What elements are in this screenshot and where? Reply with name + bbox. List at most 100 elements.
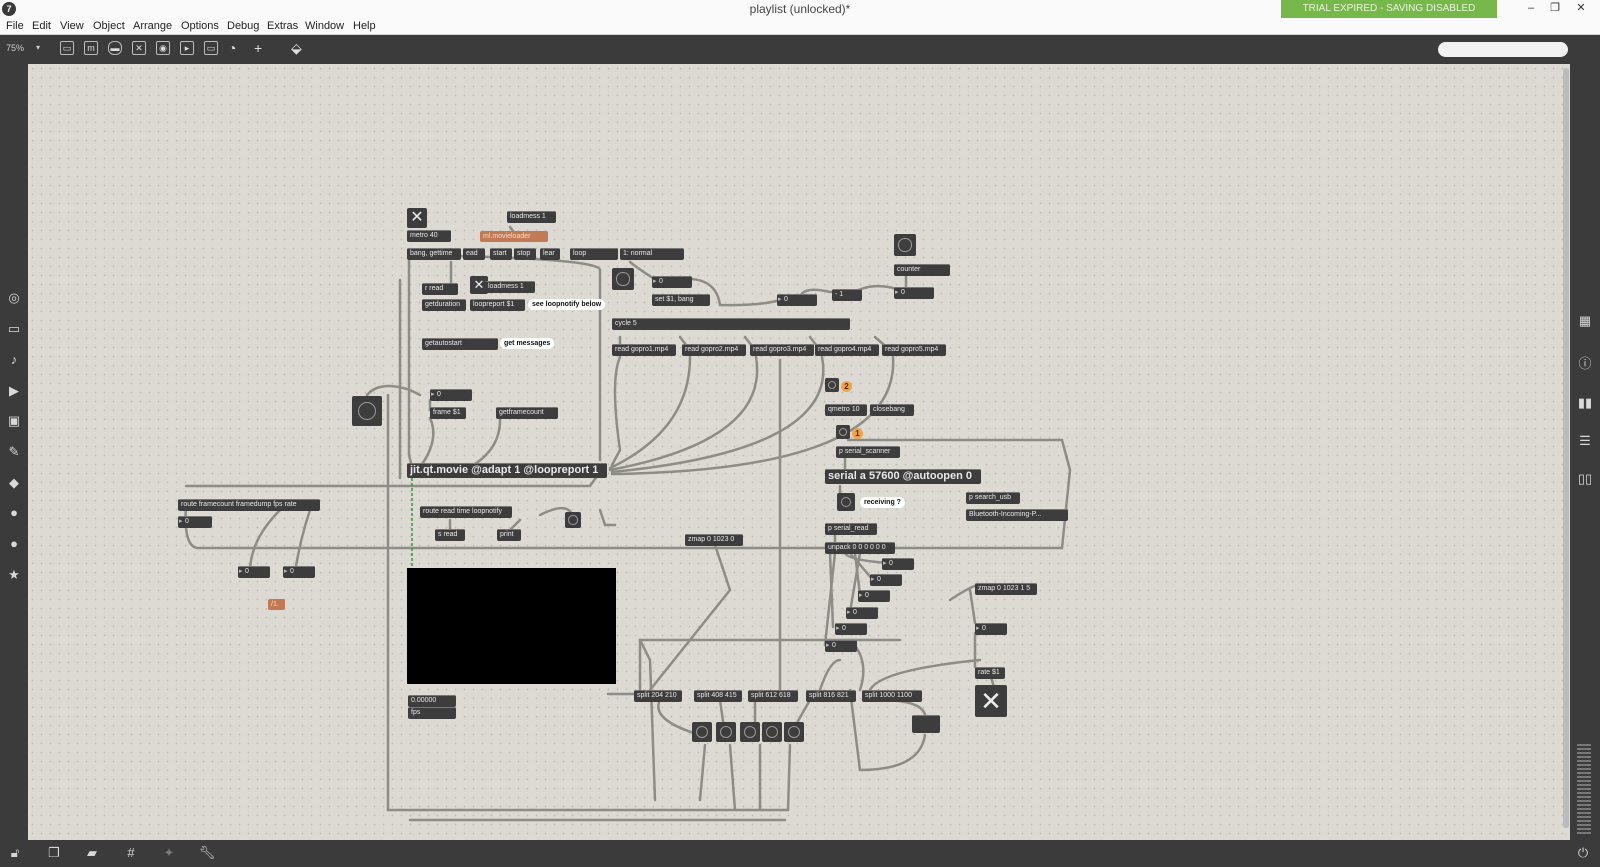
slider-icon[interactable]: ▸ [180,41,194,55]
qmetro-object[interactable]: qmetro 10 [825,404,867,416]
menu-window[interactable]: Window [305,20,344,32]
rate-message[interactable]: rate $1 [975,667,1005,679]
v-badge-icon[interactable]: ● [6,505,22,521]
book-icon[interactable]: ▮▮ [1577,395,1593,411]
restore-button[interactable]: ❐ [1543,0,1567,18]
snap-icon[interactable]: ✦ [160,845,178,861]
zoom-level[interactable]: 75% [6,43,24,53]
dial-icon[interactable]: ◔ [228,40,236,56]
frame-message[interactable]: frame $1 [430,407,466,419]
number-counter[interactable]: 0 [894,287,934,299]
bang-button-top[interactable] [612,268,634,290]
bluetooth-port-menu[interactable]: Bluetooth-Incoming-P... [966,509,1068,521]
divide-object[interactable]: /1. [268,599,285,610]
bang-button-loopnotify[interactable] [565,512,581,528]
button-icon[interactable]: ✕ [132,41,146,55]
loop-toggle[interactable]: loop [570,248,618,260]
search-input[interactable] [1438,42,1568,57]
zoom-dropdown-icon[interactable]: ▾ [36,43,40,52]
toggle-icon[interactable]: ◉ [156,41,170,55]
jit-qt-movie-object[interactable]: jit.qt.movie @adapt 1 @loopreport 1 [407,463,607,478]
closebang-object[interactable]: closebang [870,404,914,416]
split-object-2[interactable]: split 408 415 [694,690,742,702]
menu-options[interactable]: Options [181,20,219,32]
search-usb-object[interactable]: p search_usb [966,492,1020,504]
pencil-icon[interactable]: ✎ [6,444,22,460]
grid-icon[interactable]: ▦ [1577,313,1593,329]
number-b[interactable]: 0 [777,294,817,306]
set-bang-message[interactable]: set $1, bang [652,294,710,306]
getframecount-message[interactable]: getframecount [496,407,558,419]
bang-button-split-2[interactable] [716,722,736,742]
fps-menu[interactable]: fps [408,707,456,719]
zmap-object-a[interactable]: zmap 0 1023 0 [685,534,743,546]
bang-button-split-3[interactable] [740,722,760,742]
minus-one-object[interactable]: - 1 [832,289,862,301]
read-gopro2-message[interactable]: read gopro2.mp4 [682,344,746,356]
number-unpack-5[interactable]: 0 [835,623,867,635]
menu-debug[interactable]: Debug [227,20,259,32]
unpack-object[interactable]: unpack 0 0 0 0 0 0 [825,542,895,554]
presentation-icon[interactable]: ▰ [83,845,101,861]
getautostart-message[interactable]: getautostart [422,338,498,350]
power-icon[interactable]: ⏻ [1574,845,1592,861]
number-left-2[interactable]: 0 [283,566,315,578]
serial-object[interactable]: serial a 57600 @autoopen 0 [825,469,981,484]
movieloader-object[interactable]: ml.movieloader [480,231,548,242]
r-read-object[interactable]: r read [422,283,458,295]
lock-icon[interactable]: 🔓︎ [6,845,24,861]
number-route[interactable]: 0 [178,516,212,528]
split-object-4[interactable]: split 816 821 [806,690,856,702]
menu-edit[interactable]: Edit [32,20,51,32]
menu-object[interactable]: Object [93,20,125,32]
number-zmap[interactable]: 0 [975,623,1007,635]
bang-button-split-1[interactable] [692,722,712,742]
video-window[interactable] [407,568,616,684]
plugin-icon[interactable]: ◆ [6,475,22,491]
metro-object[interactable]: metro 40 [407,230,451,242]
minimize-button[interactable]: – [1519,0,1543,18]
number-frame[interactable]: 0 [430,389,472,401]
s-read-object[interactable]: s read [435,529,465,541]
read-gopro5-message[interactable]: read gopro5.mp4 [882,344,946,356]
clear-message[interactable]: lear [540,248,560,260]
split-object-5[interactable]: split 1000 1100 [862,690,922,702]
read-message[interactable]: ead [463,248,485,260]
b-badge-icon[interactable]: ● [6,536,22,552]
read-gopro1-message[interactable]: read gopro1.mp4 [612,344,676,356]
add-icon[interactable]: + [254,40,262,56]
reference-icon[interactable]: ▯▯ [1577,471,1593,487]
bang-button-receiving[interactable] [837,493,855,511]
number-a[interactable]: 0 [652,276,692,288]
route-framecount-object[interactable]: route framecount framedump fps rate [178,499,320,511]
tv-icon[interactable]: ▭ [6,321,22,337]
bang-button-split-4[interactable] [762,722,782,742]
note-icon[interactable]: ♪ [6,352,22,368]
route-read-object[interactable]: route read time loopnotify [420,506,512,518]
serial-read-object[interactable]: p serial_read [825,523,877,535]
loadmess-top[interactable]: loadmess 1 [507,211,556,223]
paint-bucket-icon[interactable]: ⬙ [291,40,302,56]
media-icon[interactable]: ▶ [6,383,22,399]
number-icon[interactable]: ▭ [204,41,218,55]
menu-arrange[interactable]: Arrange [133,20,172,32]
gate-object[interactable] [912,715,940,733]
bang-button-split-5[interactable] [784,722,804,742]
bang-button-counter[interactable] [894,234,916,256]
counter-object[interactable]: counter [894,264,950,276]
menu-extras[interactable]: Extras [267,20,298,32]
vertical-scrollbar[interactable] [1563,68,1569,828]
info-icon[interactable]: ⓘ [1577,356,1593,372]
bang-button-qmetro[interactable] [825,378,839,392]
menu-view[interactable]: View [60,20,84,32]
number-unpack-3[interactable]: 0 [858,590,890,602]
star-icon[interactable]: ★ [6,567,22,583]
bang-button-large[interactable] [352,396,382,426]
start-message[interactable]: start [490,248,512,260]
comment-icon[interactable]: ▬ [108,41,122,55]
serial-scanner-object[interactable]: p serial_scanner [836,446,900,458]
list-icon[interactable]: ☰ [1577,433,1593,449]
fps-value[interactable]: 0.00000 [408,695,456,707]
split-object-1[interactable]: split 204 210 [634,690,682,702]
number-unpack-6[interactable]: 0 [825,640,857,652]
